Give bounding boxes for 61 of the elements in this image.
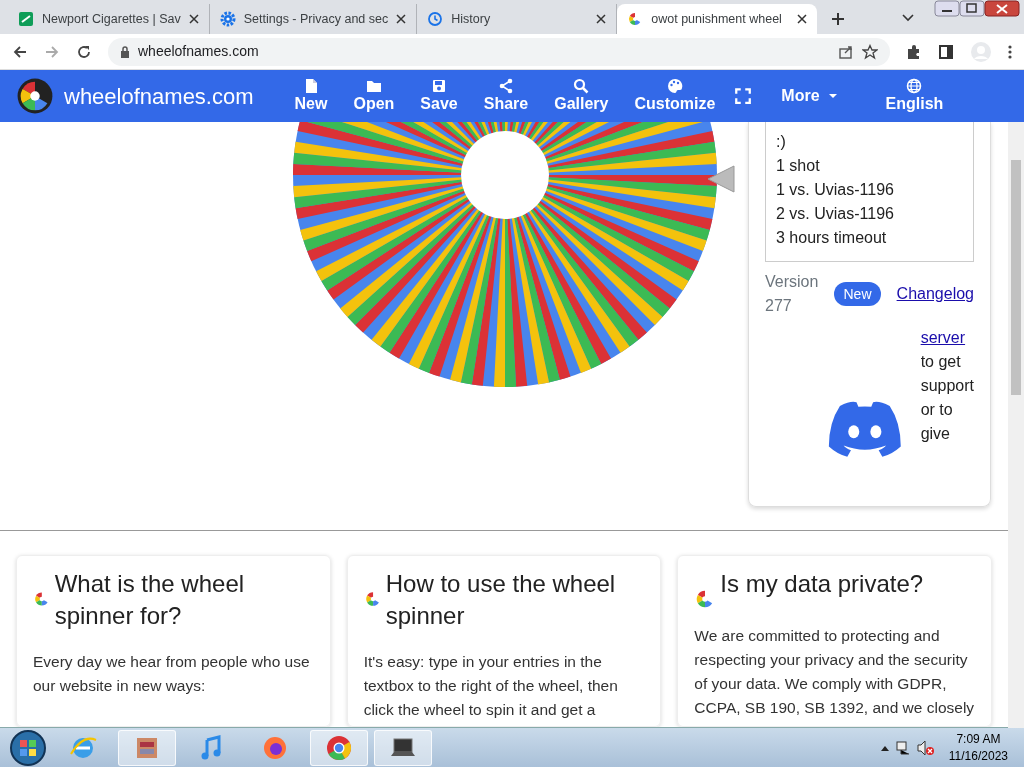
share-icon[interactable] (838, 43, 854, 60)
tab-list-icon[interactable] (902, 14, 914, 22)
volume-muted-icon[interactable] (916, 739, 935, 756)
taskbar-app[interactable] (374, 729, 432, 766)
start-button-icon[interactable] (8, 728, 48, 767)
version-number: 277 (765, 296, 793, 316)
sheet-icon (18, 11, 34, 27)
folder-icon (365, 78, 382, 95)
site-brand[interactable]: wheelofnames.com (64, 79, 254, 113)
search-icon (573, 78, 590, 95)
more-menu-button[interactable]: More (768, 86, 851, 106)
wheel-logo-icon[interactable] (16, 77, 54, 115)
nav-menu-button[interactable]: Customize (621, 78, 729, 114)
version-label: Version (765, 272, 820, 292)
file-icon (303, 78, 319, 95)
share-icon (497, 78, 514, 95)
browser-tab[interactable]: owot punishment wheel (617, 4, 818, 34)
taskbar-app[interactable] (118, 729, 176, 766)
window-controls[interactable] (934, 0, 1020, 18)
new-badge: New (834, 282, 881, 306)
close-icon[interactable] (797, 14, 808, 24)
network-icon[interactable] (894, 739, 911, 756)
lock-icon (120, 45, 130, 58)
nav-menu-button[interactable]: New (281, 78, 341, 114)
scrollbar[interactable] (1008, 122, 1024, 728)
card-title: What is the wheel spinner for? (54, 569, 246, 631)
card-title: How to use the wheel spinner (385, 569, 617, 631)
settings-icon (219, 11, 236, 27)
chrome-style-icon (325, 733, 353, 762)
card-text: Every day we hear from people who use our website in new ways: (33, 652, 311, 696)
puzzle-icon[interactable] (906, 43, 922, 60)
nav-menu-button[interactable]: Save (407, 78, 471, 114)
address-field[interactable]: wheelofnames.com (108, 37, 890, 66)
nav-menu-button[interactable]: Gallery (541, 78, 622, 114)
star-icon[interactable] (862, 43, 878, 60)
tray-arrow-icon[interactable] (880, 744, 889, 751)
pointer-icon (706, 164, 736, 194)
menu-icon[interactable] (1008, 43, 1012, 60)
taskbar-clock[interactable]: 7:09 AM 11/16/2023 (948, 731, 1008, 764)
back-icon[interactable] (12, 43, 28, 60)
close-icon[interactable] (188, 14, 199, 24)
palette-icon (666, 78, 683, 95)
card-text: We are committed to protecting and respecting your privacy and the security of your data. We comply with GDPR, CCPA, SB 190, SB 1392, and we closely (694, 626, 975, 718)
nav-menu-button[interactable]: Open (340, 78, 408, 114)
close-icon[interactable] (396, 14, 407, 24)
card-title: Is my data private? (720, 569, 924, 599)
entries-textarea[interactable]: :) 1 shot 1 vs. Uvias-1196 2 vs. Uvias-1196 3 hours timeout (765, 122, 974, 262)
card-text: It's easy: type in your entries in the textbox to the right of the wheel, then click the wheel to spin it and get a (363, 652, 619, 720)
nav-language-button[interactable]: English (872, 78, 957, 114)
server-link[interactable]: server (920, 329, 966, 346)
globe-icon (906, 78, 923, 95)
side-panel-icon[interactable] (938, 43, 954, 60)
caret-icon (827, 93, 838, 99)
fullscreen-icon[interactable] (734, 87, 753, 105)
history-icon (427, 11, 444, 27)
reload-icon[interactable] (76, 43, 92, 60)
close-icon[interactable] (596, 14, 607, 24)
new-tab-icon[interactable] (831, 12, 846, 26)
nav-menu-button[interactable]: Share (470, 78, 542, 114)
changelog-link[interactable]: Changelog (896, 282, 974, 306)
discord-invite-text: server to get support or to give (920, 328, 974, 444)
